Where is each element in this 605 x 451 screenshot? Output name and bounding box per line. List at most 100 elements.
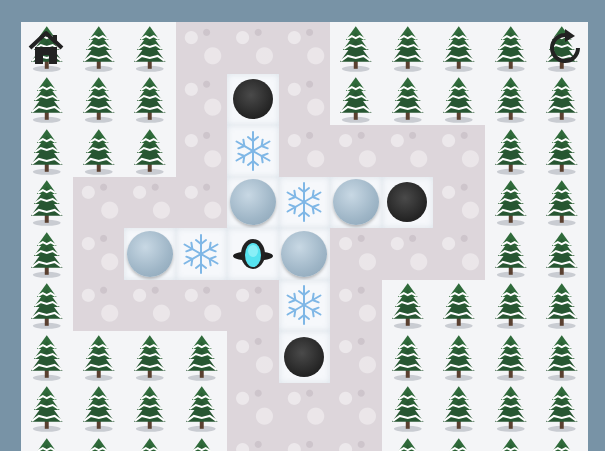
tree-tile xyxy=(382,74,434,126)
tree-tile xyxy=(382,280,434,332)
tree-icon xyxy=(21,125,73,177)
tree-tile xyxy=(536,22,588,74)
tree-tile xyxy=(536,280,588,332)
tree-icon xyxy=(485,279,537,331)
snow-tile xyxy=(176,125,228,177)
tree-icon xyxy=(124,382,176,434)
tree-tile xyxy=(124,383,176,435)
tree-tile xyxy=(485,177,537,229)
snow-tile xyxy=(227,280,279,332)
tree-tile xyxy=(485,280,537,332)
tree-tile xyxy=(21,280,73,332)
snow-tile xyxy=(433,177,485,229)
tree-icon xyxy=(536,331,588,383)
tree-tile xyxy=(536,228,588,280)
tree-tile xyxy=(485,331,537,383)
tree-tile xyxy=(176,383,228,435)
tree-tile xyxy=(124,74,176,126)
ice-tile xyxy=(279,331,331,383)
tree-tile xyxy=(485,125,537,177)
snow-tile xyxy=(330,434,382,451)
snow-tile xyxy=(176,74,228,126)
ice-tile xyxy=(279,280,331,332)
snow-tile xyxy=(382,125,434,177)
tree-tile xyxy=(536,434,588,451)
snow-tile xyxy=(330,280,382,332)
tree-tile xyxy=(21,74,73,126)
tree-tile xyxy=(536,74,588,126)
snow-tile xyxy=(124,280,176,332)
snow-tile xyxy=(330,383,382,435)
tree-icon xyxy=(536,176,588,228)
tree-icon xyxy=(485,125,537,177)
tree-icon xyxy=(485,382,537,434)
snow-tile xyxy=(330,228,382,280)
tree-icon xyxy=(485,176,537,228)
tree-tile xyxy=(21,331,73,383)
snow-tile xyxy=(279,383,331,435)
snowflake-icon xyxy=(179,232,223,276)
snowflake-icon xyxy=(231,129,275,173)
snow-tile xyxy=(382,228,434,280)
tree-tile xyxy=(382,331,434,383)
tree-icon xyxy=(536,382,588,434)
tree-tile xyxy=(536,177,588,229)
tree-tile xyxy=(382,434,434,451)
snow-tile xyxy=(279,74,331,126)
tree-icon xyxy=(330,22,382,74)
tree-tile xyxy=(330,22,382,74)
ice-tile xyxy=(227,177,279,229)
tree-icon xyxy=(73,73,125,125)
snow-tile xyxy=(227,22,279,74)
tree-icon xyxy=(485,73,537,125)
tree-icon xyxy=(73,125,125,177)
hole xyxy=(284,337,324,377)
snow-tile xyxy=(279,434,331,451)
tree-icon xyxy=(21,176,73,228)
tree-icon xyxy=(382,331,434,383)
restart-icon[interactable] xyxy=(543,26,587,70)
tree-icon xyxy=(382,73,434,125)
game-board xyxy=(21,22,588,451)
tree-tile xyxy=(73,434,125,451)
tree-tile xyxy=(21,125,73,177)
tree-tile xyxy=(73,331,125,383)
penguin[interactable] xyxy=(231,232,275,276)
tree-icon xyxy=(382,22,434,74)
snowflake-icon xyxy=(282,180,326,224)
tree-tile xyxy=(433,280,485,332)
tree-icon xyxy=(73,382,125,434)
home-icon[interactable] xyxy=(24,26,68,70)
tree-tile xyxy=(124,22,176,74)
ice-tile xyxy=(330,177,382,229)
tree-icon xyxy=(433,279,485,331)
snow-tile xyxy=(279,22,331,74)
snow-tile xyxy=(227,434,279,451)
tree-icon xyxy=(433,73,485,125)
snow-tile xyxy=(227,331,279,383)
tree-tile xyxy=(21,228,73,280)
tree-tile xyxy=(176,434,228,451)
tree-tile xyxy=(21,383,73,435)
snow-tile xyxy=(176,177,228,229)
ice-tile xyxy=(279,177,331,229)
snowball[interactable] xyxy=(230,179,276,225)
tree-icon xyxy=(21,228,73,280)
snowball[interactable] xyxy=(281,231,327,277)
tree-icon xyxy=(382,434,434,451)
tree-icon xyxy=(124,73,176,125)
tree-icon xyxy=(485,228,537,280)
tree-icon xyxy=(124,434,176,451)
snowball[interactable] xyxy=(127,231,173,277)
snow-tile xyxy=(330,125,382,177)
snowball[interactable] xyxy=(333,179,379,225)
tree-icon xyxy=(21,434,73,451)
ice-tile xyxy=(227,125,279,177)
tree-tile xyxy=(176,331,228,383)
ice-tile xyxy=(227,228,279,280)
tree-icon xyxy=(73,22,125,74)
tree-tile xyxy=(485,383,537,435)
tree-tile xyxy=(433,434,485,451)
tree-tile xyxy=(124,125,176,177)
tree-icon xyxy=(536,228,588,280)
